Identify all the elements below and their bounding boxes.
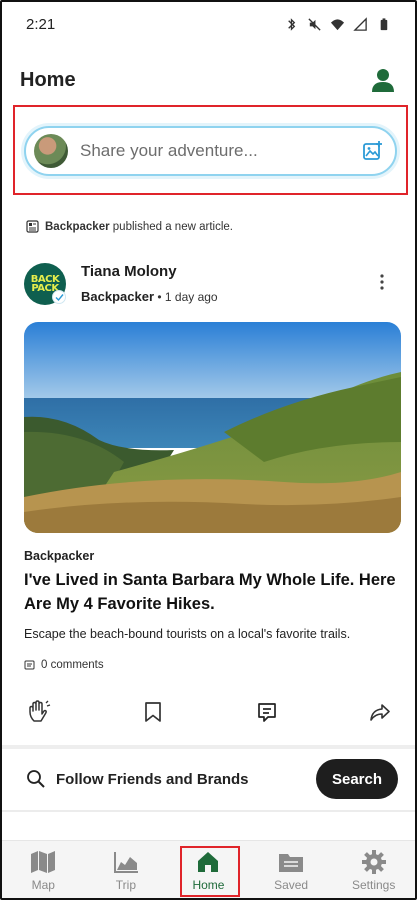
comments-text: 0 comments: [41, 659, 104, 671]
search-icon: [27, 770, 45, 788]
wifi-icon: [330, 18, 345, 30]
nav-trip[interactable]: Trip: [95, 849, 157, 892]
bookmark-button[interactable]: [137, 696, 169, 728]
follow-row: Follow Friends and Brands Search: [2, 753, 415, 807]
comment-icon: [257, 703, 276, 722]
activity-brand[interactable]: Backpacker: [45, 221, 110, 233]
post-actions: [24, 695, 396, 729]
page-title: Home: [20, 68, 76, 91]
battery-icon: [380, 17, 388, 30]
verified-badge-icon: [52, 290, 66, 304]
post-time: 1 day ago: [164, 290, 218, 304]
article-description: Escape the beach-bound tourists on a loc…: [24, 627, 351, 641]
nav-label-trip: Trip: [115, 878, 136, 892]
follow-label: Follow Friends and Brands: [26, 769, 249, 789]
bookmark-icon: [145, 702, 162, 722]
profile-button[interactable]: [369, 66, 397, 94]
map-icon: [31, 851, 56, 873]
nav-label-saved: Saved: [274, 878, 309, 892]
article-title[interactable]: I've Lived in Santa Barbara My Whole Lif…: [24, 568, 404, 616]
share-box[interactable]: [24, 126, 397, 176]
high-five-button[interactable]: [24, 696, 56, 728]
follow-text: Follow Friends and Brands: [56, 770, 249, 788]
active-nav-highlight: [180, 846, 240, 897]
post-header: BACK PACK Tiana Molony Backpacker • 1 day…: [24, 260, 396, 308]
activity-text: published a new article.: [112, 220, 233, 233]
bluetooth-icon: [288, 17, 296, 31]
comments-count[interactable]: 0 comments: [24, 659, 104, 671]
app-screen: 2:21 Home Share your adventure... Backpa…: [0, 0, 417, 900]
post-meta: Backpacker • 1 day ago: [81, 289, 218, 304]
hand-wave-icon: [29, 700, 51, 722]
author-name[interactable]: Tiana Molony: [81, 263, 177, 280]
share-section: [13, 105, 408, 195]
status-icons: [284, 16, 391, 32]
folder-icon: [279, 854, 304, 872]
post-source[interactable]: Backpacker: [81, 289, 154, 304]
share-arrow-icon: [370, 704, 390, 721]
meta-separator: •: [157, 290, 162, 304]
more-options-button[interactable]: [372, 270, 392, 294]
more-vert-icon: [380, 274, 384, 290]
user-avatar: [34, 134, 68, 168]
gear-icon: [361, 850, 386, 874]
mute-icon: [308, 17, 321, 31]
status-bar: 2:21: [2, 2, 415, 46]
header: Home: [2, 60, 415, 100]
nav-label-map: Map: [31, 878, 55, 892]
comment-button[interactable]: [251, 696, 283, 728]
search-button[interactable]: Search: [316, 759, 398, 799]
comment-icon: [24, 660, 35, 669]
article-image[interactable]: [24, 322, 401, 533]
add-photo-button[interactable]: [361, 139, 385, 163]
nav-map[interactable]: Map: [12, 849, 74, 892]
publication-name: Backpacker: [24, 549, 95, 563]
nav-settings[interactable]: Settings: [343, 849, 405, 892]
article-icon: [26, 220, 39, 233]
nav-label-settings: Settings: [351, 878, 396, 892]
add-image-icon: [363, 141, 382, 160]
chart-icon: [113, 852, 138, 873]
activity-line: Backpacker published a new article.: [26, 220, 233, 233]
status-time: 2:21: [26, 15, 56, 33]
signal-icon: [353, 16, 367, 31]
person-icon: [372, 69, 394, 92]
divider: [2, 810, 415, 812]
share-button[interactable]: [364, 696, 396, 728]
section-divider: [2, 745, 415, 749]
share-input[interactable]: [80, 141, 361, 161]
nav-saved[interactable]: Saved: [260, 849, 322, 892]
